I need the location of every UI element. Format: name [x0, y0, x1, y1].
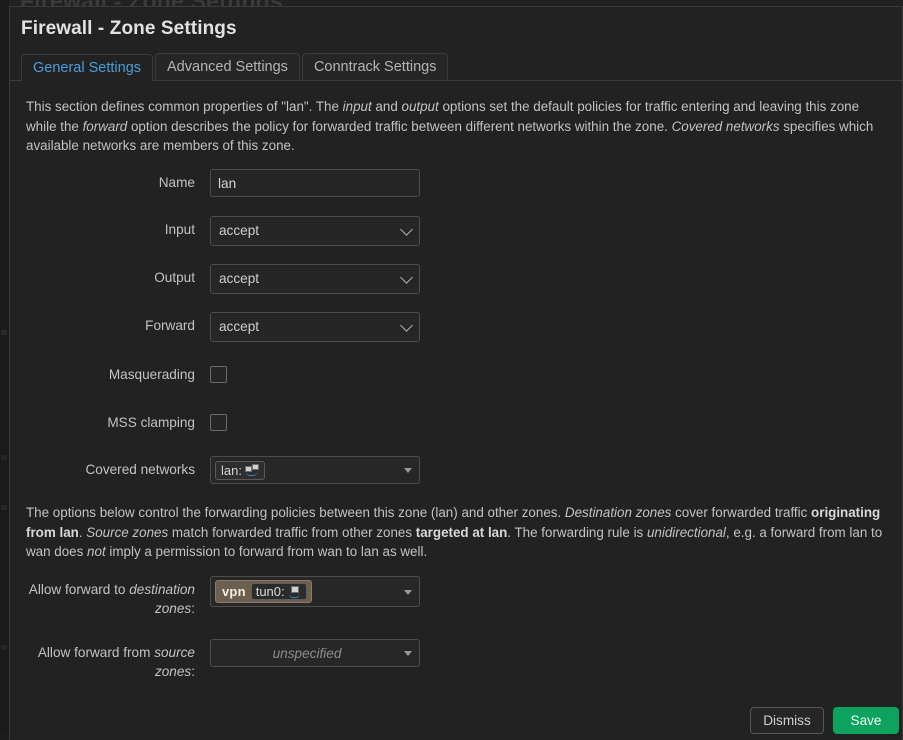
chevron-down-icon: [400, 271, 413, 284]
fwd-em-not: not: [87, 544, 106, 559]
page-title: Firewall - Zone Settings: [21, 18, 237, 40]
destination-zones-multiselect[interactable]: vpn tun0:: [210, 576, 420, 607]
name-input[interactable]: [210, 169, 420, 197]
label-source-zones: Allow forward from source zones:: [10, 639, 210, 681]
network-icon: [245, 464, 259, 476]
label-destination-zones: Allow forward to destination zones:: [10, 576, 210, 618]
background-left-strip: [0, 0, 9, 734]
fwd-text-1: The options below control the forwarding…: [26, 505, 565, 520]
intro-em-output: output: [402, 99, 439, 114]
label-output: Output: [10, 264, 210, 292]
label-source-em: source zones: [154, 645, 195, 679]
fwd-text-5: . The forwarding rule is: [507, 525, 647, 540]
covered-networks-multiselect[interactable]: lan:: [210, 456, 420, 484]
intro-text-4: option describes the policy for forwarde…: [127, 119, 671, 134]
chevron-down-icon: [400, 223, 413, 236]
label-destination-em: destination zones: [129, 582, 195, 616]
background-fleck: [1, 455, 7, 460]
caret-down-icon: [404, 651, 412, 656]
fwd-text-4: match forwarded traffic from other zones: [168, 525, 416, 540]
output-policy-value: accept: [219, 271, 259, 286]
forward-policy-value: accept: [219, 319, 259, 334]
label-forward: Forward: [10, 312, 210, 340]
label-covered-networks: Covered networks: [10, 456, 210, 484]
fwd-em-destination-zones: Destination zones: [565, 505, 671, 520]
masquerading-checkbox[interactable]: [210, 366, 227, 383]
intro-em-covered-networks: Covered networks: [672, 119, 780, 134]
label-destination-post: :: [191, 601, 195, 616]
background-fleck: [1, 505, 7, 510]
background-fleck: [1, 330, 7, 335]
label-name: Name: [10, 169, 210, 197]
covered-network-token[interactable]: lan:: [215, 461, 265, 480]
network-interface-icon: [288, 586, 302, 598]
label-source-post: :: [191, 664, 195, 679]
tab-general-settings[interactable]: General Settings: [21, 54, 153, 81]
field-row-covered-networks: Covered networks lan:: [10, 456, 902, 484]
background-fleck: [1, 645, 7, 650]
field-row-forward: Forward accept: [10, 312, 902, 340]
field-row-output: Output accept: [10, 264, 902, 292]
fwd-em-source-zones: Source zones: [86, 525, 168, 540]
intro-text-1: This section defines common properties o…: [26, 99, 343, 114]
field-row-input: Input accept: [10, 216, 902, 244]
fwd-text-7: imply a permission to forward from wan t…: [106, 544, 428, 559]
intro-description: This section defines common properties o…: [26, 97, 890, 156]
tab-conntrack-settings[interactable]: Conntrack Settings: [302, 53, 449, 80]
fwd-em-unidirectional: unidirectional: [647, 525, 726, 540]
source-zones-placeholder: unspecified: [273, 646, 342, 661]
field-row-mss-clamping: MSS clamping: [10, 409, 902, 437]
covered-network-token-label: lan:: [221, 463, 242, 478]
destination-zone-interface: tun0:: [251, 583, 307, 600]
label-masquerading: Masquerading: [10, 361, 210, 389]
label-source-pre: Allow forward from: [38, 645, 154, 660]
destination-zone-interface-label: tun0:: [256, 584, 285, 599]
tab-advanced-settings[interactable]: Advanced Settings: [155, 53, 300, 80]
dismiss-button[interactable]: Dismiss: [750, 707, 824, 734]
fwd-strong-targeted: targeted at lan: [416, 525, 508, 540]
intro-em-input: input: [343, 99, 372, 114]
field-row-masquerading: Masquerading: [10, 361, 902, 389]
field-row-name: Name: [10, 169, 902, 197]
source-zones-multiselect[interactable]: unspecified: [210, 639, 420, 667]
zone-settings-modal: Firewall - Zone Settings General Setting…: [9, 6, 903, 740]
input-policy-value: accept: [219, 223, 259, 238]
label-destination-pre: Allow forward to: [29, 582, 129, 597]
intro-text-2: and: [372, 99, 402, 114]
intro-em-forward: forward: [83, 119, 128, 134]
mss-clamping-checkbox[interactable]: [210, 414, 227, 431]
input-policy-select[interactable]: accept: [210, 216, 420, 246]
caret-down-icon: [404, 468, 412, 473]
fwd-text-2: cover forwarded traffic: [671, 505, 811, 520]
caret-down-icon: [404, 590, 412, 595]
chevron-down-icon: [400, 319, 413, 332]
destination-zone-token[interactable]: vpn tun0:: [215, 580, 312, 603]
field-row-source-zones: Allow forward from source zones: unspeci…: [10, 639, 902, 667]
label-input: Input: [10, 216, 210, 244]
destination-zone-name: vpn: [222, 584, 246, 599]
settings-tabs: General Settings Advanced Settings Connt…: [10, 53, 902, 81]
forward-policy-select[interactable]: accept: [210, 312, 420, 342]
forwarding-description: The options below control the forwarding…: [26, 503, 890, 562]
field-row-destination-zones: Allow forward to destination zones: vpn …: [10, 576, 902, 604]
label-mss-clamping: MSS clamping: [10, 409, 210, 437]
save-button[interactable]: Save: [833, 707, 899, 734]
output-policy-select[interactable]: accept: [210, 264, 420, 294]
